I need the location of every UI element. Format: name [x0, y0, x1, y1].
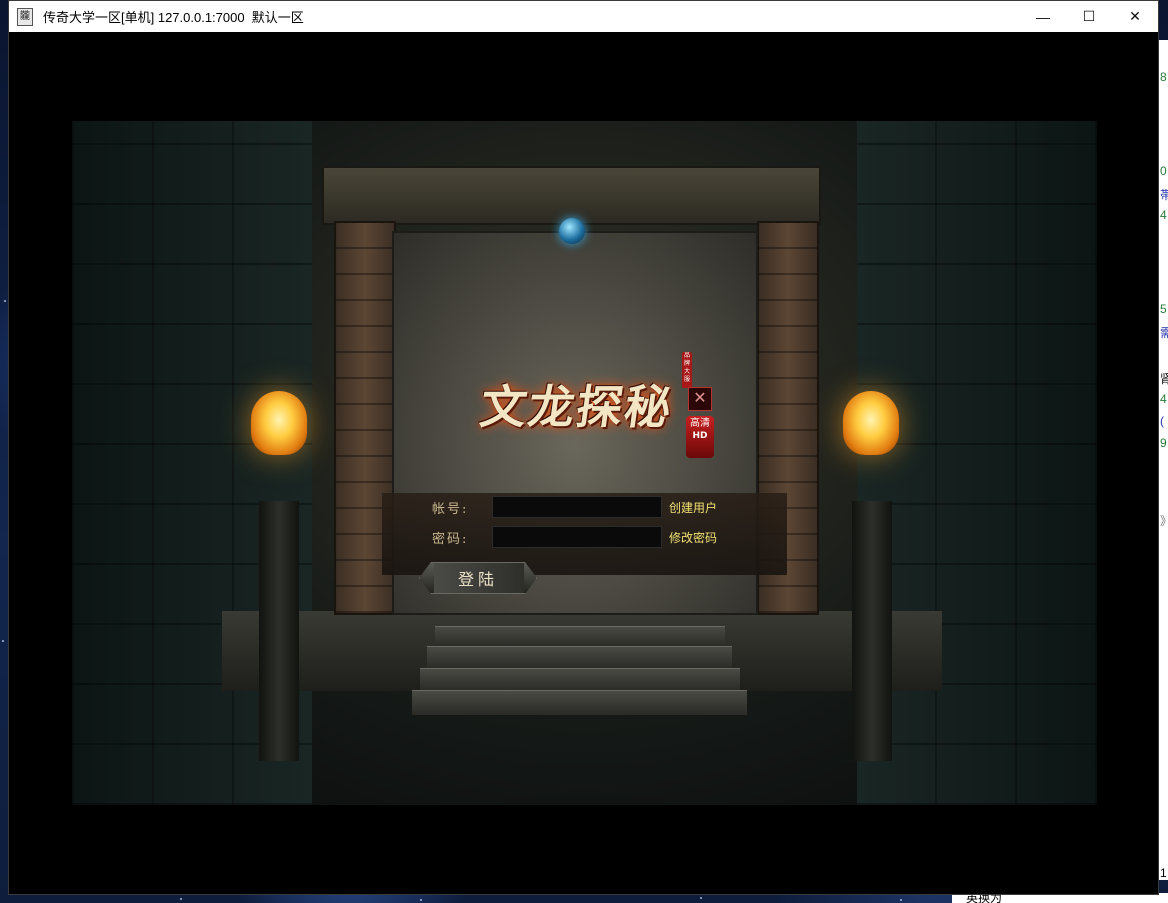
game-canvas: 文龙探秘 品牌大服 ✕ 高清 HD 帐号: 创建用户 密码: 修改密码 登陆: [9, 32, 1158, 894]
bg-fragment: 4: [1160, 392, 1167, 406]
change-password-link[interactable]: 修改密码: [669, 529, 717, 546]
game-app-icon[interactable]: 龖: [17, 7, 33, 26]
maximize-button[interactable]: ☐: [1066, 1, 1112, 32]
hd-line1: 高: [690, 418, 700, 429]
temple-scene: 文龙探秘 品牌大服 ✕ 高清 HD 帐号: 创建用户 密码: 修改密码 登陆: [72, 121, 1097, 805]
lantern-left-icon: [251, 391, 307, 455]
stair-step: [412, 690, 747, 715]
bg-fragment: (: [1160, 414, 1164, 428]
bg-fragment: 9: [1160, 436, 1167, 450]
bg-fragment: 》: [1160, 512, 1168, 529]
hd-toggle-badge[interactable]: 高清 HD: [686, 416, 714, 458]
lantern-right-icon: [843, 391, 899, 455]
lamp-post-left: [259, 501, 299, 761]
title-bar[interactable]: 龖 传奇大学一区[单机] 127.0.0.1:7000 默认一区 — ☐ ✕: [9, 1, 1158, 32]
logo-text: 文龙探秘: [476, 380, 677, 434]
window-title: 传奇大学一区[单机] 127.0.0.1:7000 默认一区: [43, 10, 304, 25]
account-input[interactable]: [492, 496, 662, 518]
account-label: 帐号:: [432, 502, 469, 517]
close-icon[interactable]: ✕: [688, 387, 712, 411]
create-user-link[interactable]: 创建用户: [669, 499, 717, 516]
lamp-post-right: [852, 501, 892, 761]
hd-line2: 清: [700, 418, 710, 429]
bg-fragment: 5: [1160, 302, 1167, 316]
password-label: 密码:: [432, 532, 469, 547]
bg-fragment: 1: [1160, 866, 1167, 880]
logo-tag: 品牌大服: [682, 352, 692, 388]
stair-step: [427, 646, 732, 669]
window-controls: — ☐ ✕: [1020, 1, 1158, 32]
bg-fragment: 0: [1160, 164, 1167, 178]
minimize-button[interactable]: —: [1020, 1, 1066, 32]
stair-step: [435, 626, 725, 647]
game-window: 龖 传奇大学一区[单机] 127.0.0.1:7000 默认一区 — ☐ ✕ 文…: [8, 0, 1159, 895]
bg-fragment: 4: [1160, 208, 1167, 222]
bg-fragment: 8: [1160, 70, 1167, 84]
stair-step: [420, 668, 740, 691]
gate-lintel: [322, 166, 821, 225]
hd-line3: HD: [692, 431, 708, 441]
bg-fragment: 肾: [1160, 372, 1168, 386]
password-input[interactable]: [492, 526, 662, 548]
login-button[interactable]: 登陆: [419, 562, 537, 594]
bg-fragment: 需: [1160, 326, 1168, 340]
game-logo: 文龙探秘: [457, 361, 697, 447]
right-wall: [857, 121, 1097, 805]
close-button[interactable]: ✕: [1112, 1, 1158, 32]
background-window-edge: 8 0 帯 4 5 需 肾 4 ( 9 》 1: [1158, 40, 1168, 880]
blue-gem-icon: [559, 218, 585, 244]
bg-fragment: 帯: [1160, 188, 1168, 202]
